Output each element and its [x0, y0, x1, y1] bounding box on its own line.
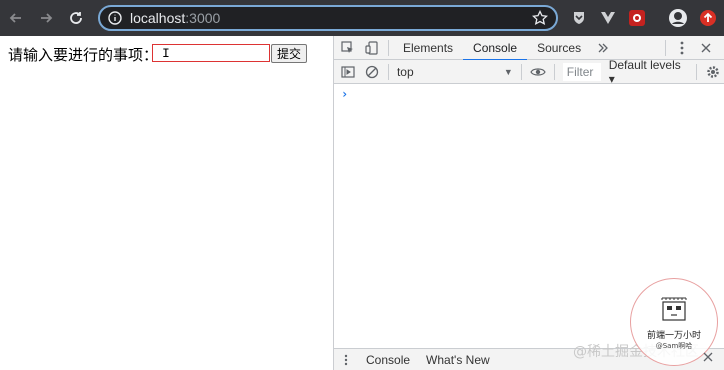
toolbar-separator: [696, 63, 698, 80]
reload-icon: [70, 12, 82, 24]
console-toolbar: top ▼ Filter Default levels ▾: [334, 58, 724, 86]
kebab-menu-icon[interactable]: [670, 36, 694, 60]
update-icon[interactable]: [698, 8, 718, 28]
tab-console[interactable]: Console: [463, 36, 528, 61]
tab-sources[interactable]: Sources: [527, 36, 591, 60]
page-viewport: 请输入要进行的事项： I 提交: [0, 36, 333, 370]
clear-console-icon[interactable]: [360, 60, 384, 84]
extension-red-icon[interactable]: [627, 8, 647, 28]
drawer-menu-icon[interactable]: [334, 348, 358, 370]
url-port: :3000: [185, 10, 221, 26]
url-text[interactable]: localhost:3000: [130, 10, 220, 26]
context-label: top: [396, 64, 414, 79]
seal-title: 前端一万小时: [646, 330, 701, 341]
context-selector[interactable]: top ▼: [393, 65, 517, 79]
forward-button[interactable]: [32, 4, 60, 32]
seal-face-icon: [661, 297, 687, 321]
toolbar-separator: [553, 63, 555, 80]
submit-button[interactable]: 提交: [271, 44, 307, 63]
info-icon[interactable]: [108, 11, 122, 25]
tab-separator: [665, 39, 667, 56]
profile-avatar-icon[interactable]: [668, 8, 688, 28]
close-devtools-icon[interactable]: [694, 36, 718, 60]
console-filter-input[interactable]: Filter: [562, 62, 601, 81]
more-tabs-chevron-icon[interactable]: [591, 36, 615, 60]
log-levels-dropdown[interactable]: Default levels ▾: [609, 58, 690, 86]
console-settings-gear-icon[interactable]: [701, 60, 724, 84]
back-arrow-icon: [9, 13, 21, 23]
drawer-close-icon[interactable]: [700, 349, 716, 365]
toolbar-separator: [387, 63, 389, 80]
seal-subtitle: @Sam啊哈: [655, 341, 693, 350]
inspect-element-icon[interactable]: [336, 36, 360, 60]
extension-shield-icon[interactable]: [569, 8, 589, 28]
reload-button[interactable]: [62, 4, 90, 32]
tab-elements[interactable]: Elements: [393, 36, 463, 60]
sidebar-toggle-icon[interactable]: [336, 60, 360, 84]
text-cursor-icon: I: [162, 46, 170, 61]
todo-prompt-label: 请输入要进行的事项：: [8, 46, 159, 64]
url-host: localhost: [130, 10, 186, 26]
address-bar[interactable]: localhost:3000: [98, 5, 558, 31]
extension-vue-icon[interactable]: [598, 8, 618, 28]
devtools-tabbar: Elements Console Sources: [334, 36, 724, 61]
bookmark-star-icon[interactable]: [532, 10, 548, 26]
drawer-tab-console[interactable]: Console: [358, 353, 418, 367]
live-expression-eye-icon[interactable]: [526, 60, 550, 84]
context-dropdown-icon: ▼: [503, 66, 513, 77]
drawer-tab-whats-new[interactable]: What's New: [418, 353, 498, 367]
tab-separator: [388, 39, 389, 56]
console-prompt-icon: ›: [341, 87, 349, 101]
forward-arrow-icon: [41, 13, 53, 23]
back-button[interactable]: [2, 4, 30, 32]
toolbar-separator: [520, 63, 522, 80]
device-toolbar-icon[interactable]: [360, 36, 384, 60]
